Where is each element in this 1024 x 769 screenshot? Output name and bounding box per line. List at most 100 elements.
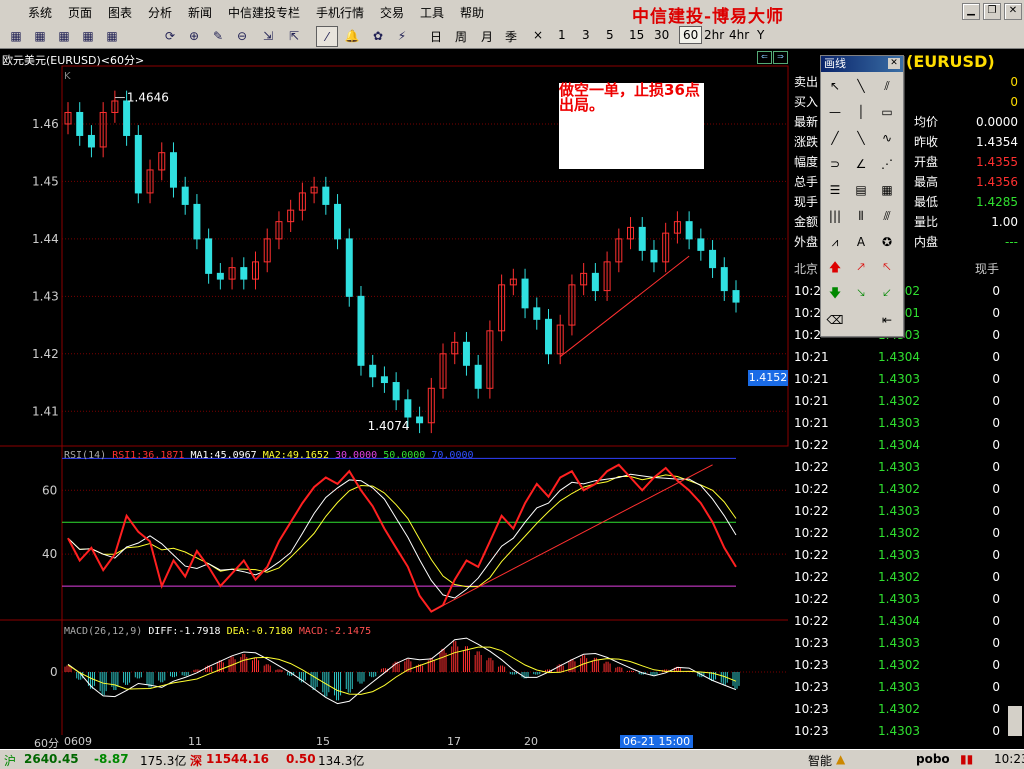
square-icon[interactable]: ▦: [54, 26, 74, 45]
tick-row[interactable]: 10:22 1.4302 0: [790, 566, 1020, 588]
tick-row[interactable]: 10:22 1.4303 0: [790, 544, 1020, 566]
tick-row[interactable]: 10:22 1.4302 0: [790, 522, 1020, 544]
period-button[interactable]: 4hr: [729, 28, 749, 42]
period-lines-icon[interactable]: |||: [823, 204, 847, 228]
period-button[interactable]: 周: [455, 28, 467, 45]
tick-row[interactable]: 10:21 1.4303 0: [790, 412, 1020, 434]
square-icon[interactable]: ▦: [6, 26, 26, 45]
vertical-line-icon[interactable]: │: [849, 100, 873, 124]
horizontal-line-icon[interactable]: —: [823, 100, 847, 124]
menu-item[interactable]: 中信建投专栏: [228, 4, 300, 21]
arrow-down-left-icon[interactable]: 🡗: [875, 282, 899, 306]
panel-expand-icon[interactable]: ⇒: [773, 51, 788, 64]
menu-item[interactable]: 系统: [28, 4, 52, 21]
tick-row[interactable]: 10:23 1.4303 0: [790, 720, 1020, 742]
ime-indicator[interactable]: 智能: [808, 752, 832, 769]
clock-icon[interactable]: ✪: [875, 230, 899, 254]
period-button[interactable]: 1: [558, 28, 566, 42]
period-button[interactable]: 季: [505, 28, 517, 45]
arrow-up-right-icon[interactable]: 🡕: [849, 256, 873, 280]
delete-lines-icon[interactable]: ⇤: [875, 308, 899, 332]
period-button[interactable]: 月: [481, 28, 493, 45]
period-button[interactable]: 3: [582, 28, 590, 42]
drawing-tool-panel[interactable]: 画线 ✕ ↖ ╲ ⫽ — │ ▭ ╱ ╲ ∿ ⊃ ∠ ⋰ ☰ ▤ ▦ ||| ⦀ ⫻ ⩘ A ✪ 🡅 🡕 🡔 🡇 🡖 🡗 ⌫ ⇤: [820, 55, 904, 337]
period-button[interactable]: 2hr: [704, 28, 724, 42]
rectangle-icon[interactable]: ▭: [875, 100, 899, 124]
menu-item[interactable]: 分析: [148, 4, 172, 21]
arrow-up-left-icon[interactable]: 🡔: [875, 256, 899, 280]
parallel-lines-icon[interactable]: ⫽: [875, 74, 899, 98]
tick-row[interactable]: 10:22 1.4302 0: [790, 478, 1020, 500]
period-button[interactable]: 30: [654, 28, 669, 42]
angle-icon[interactable]: ∠: [849, 152, 873, 176]
tick-row[interactable]: 10:23 1.4302 0: [790, 698, 1020, 720]
ray-icon[interactable]: ╱: [823, 126, 847, 150]
fibonacci-icon[interactable]: ☰: [823, 178, 847, 202]
pointer-icon[interactable]: ↖: [823, 74, 847, 98]
tick-row[interactable]: 10:22 1.4303 0: [790, 588, 1020, 610]
tick-row[interactable]: 10:22 1.4304 0: [790, 610, 1020, 632]
tick-scrollbar[interactable]: [1008, 706, 1022, 736]
rsi-name: RSI(14): [64, 450, 107, 461]
rsi-trend-line[interactable]: [431, 464, 713, 613]
import-icon[interactable]: ⇱: [284, 26, 304, 45]
speed-lines-icon[interactable]: ⫻: [875, 204, 899, 228]
drawing-panel-title[interactable]: 画线 ✕: [821, 56, 903, 72]
warning-icon[interactable]: ▲: [836, 752, 845, 766]
menu-item[interactable]: 图表: [108, 4, 132, 21]
close-icon[interactable]: ✕: [888, 58, 900, 69]
channel-icon[interactable]: ▤: [849, 178, 873, 202]
fan-icon[interactable]: ⋰: [875, 152, 899, 176]
time-zones-icon[interactable]: ⦀: [849, 204, 873, 228]
tick-row[interactable]: 10:21 1.4303 0: [790, 368, 1020, 390]
draw-pen-icon[interactable]: ✎: [208, 26, 228, 45]
menu-item[interactable]: 新闻: [188, 4, 212, 21]
menu-item[interactable]: 工具: [420, 4, 444, 21]
panel-toggle-icon[interactable]: ⇐: [757, 51, 772, 64]
refresh-icon[interactable]: ⟳: [160, 26, 180, 45]
wave-icon[interactable]: ∿: [875, 126, 899, 150]
menu-item[interactable]: 页面: [68, 4, 92, 21]
menu-item[interactable]: 帮助: [460, 4, 484, 21]
period-button[interactable]: 日: [430, 28, 442, 45]
text-icon[interactable]: A: [849, 230, 873, 254]
alarm-bell-icon[interactable]: 🔔: [342, 26, 362, 45]
tick-row[interactable]: 10:21 1.4302 0: [790, 390, 1020, 412]
tick-row[interactable]: 10:23 1.4302 0: [790, 654, 1020, 676]
segment-icon[interactable]: ╲: [849, 126, 873, 150]
period-button[interactable]: Y: [757, 28, 764, 42]
zoom-in-icon[interactable]: ⊕: [184, 26, 204, 45]
lightning-icon[interactable]: ⚡: [392, 26, 412, 45]
colorful-dots-icon[interactable]: ✿: [368, 26, 388, 45]
square-icon[interactable]: ▦: [78, 26, 98, 45]
line-icon[interactable]: ╲: [849, 74, 873, 98]
tick-row[interactable]: 10:22 1.4303 0: [790, 500, 1020, 522]
menu-item[interactable]: 手机行情: [316, 4, 364, 21]
zoom-out-icon[interactable]: ⊖: [232, 26, 252, 45]
arc-icon[interactable]: ⊃: [823, 152, 847, 176]
export-icon[interactable]: ⇲: [258, 26, 278, 45]
arrow-up-icon[interactable]: 🡅: [823, 256, 847, 280]
tick-row[interactable]: 10:23 1.4303 0: [790, 676, 1020, 698]
square-icon[interactable]: ▦: [102, 26, 122, 45]
draw-line-icon[interactable]: ⁄: [316, 26, 338, 47]
eraser-icon[interactable]: ⌫: [823, 308, 847, 332]
tick-row[interactable]: 10:23 1.4303 0: [790, 632, 1020, 654]
tick-row[interactable]: 10:22 1.4303 0: [790, 456, 1020, 478]
period-button[interactable]: ×: [533, 28, 543, 42]
period-button[interactable]: 5: [606, 28, 614, 42]
arrow-down-right-icon[interactable]: 🡖: [849, 282, 873, 306]
arrow-down-icon[interactable]: 🡇: [823, 282, 847, 306]
square-icon[interactable]: ▦: [30, 26, 50, 45]
minimize-icon[interactable]: ▁: [962, 3, 980, 20]
trend-line[interactable]: [559, 255, 690, 358]
tick-row[interactable]: 10:22 1.4304 0: [790, 434, 1020, 456]
period-button[interactable]: 15: [629, 28, 644, 42]
period-button[interactable]: 60: [679, 26, 703, 44]
menu-item[interactable]: 交易: [380, 4, 404, 21]
tick-row[interactable]: 10:21 1.4304 0: [790, 346, 1020, 368]
andrews-icon[interactable]: ⩘: [823, 230, 847, 254]
close-icon[interactable]: ✕: [1004, 3, 1022, 20]
restore-icon[interactable]: ❐: [983, 3, 1001, 20]
gann-icon[interactable]: ▦: [875, 178, 899, 202]
